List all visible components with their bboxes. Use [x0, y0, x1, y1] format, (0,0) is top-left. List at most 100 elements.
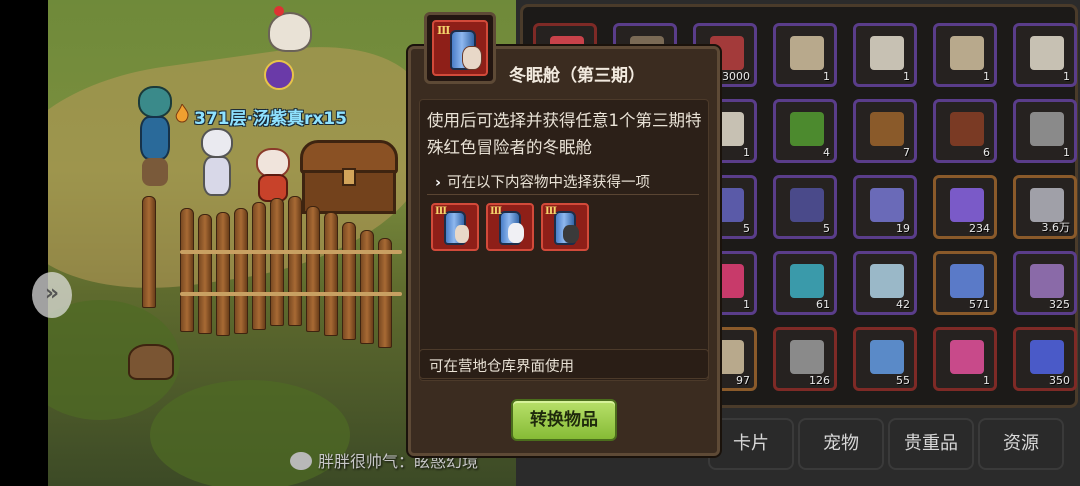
convert-item-button[interactable]: 转换物品 [511, 399, 617, 441]
choose-hint-text: 可在以下内容物中选择获得一项 [446, 175, 650, 191]
crystal-icon [790, 188, 824, 222]
hibernation-capsule-icon: III [432, 20, 488, 76]
item-count: 3000 [722, 70, 750, 83]
wood-icon [870, 112, 904, 146]
item-count: 61 [816, 298, 830, 311]
inventory-slot[interactable]: 3.6万 [1013, 175, 1077, 239]
item-count: 19 [896, 222, 910, 235]
flame-icon [174, 102, 190, 124]
ingot-icon [1030, 188, 1064, 222]
category-tab[interactable]: 贵重品 [888, 418, 974, 470]
inventory-slot[interactable]: 1 [773, 23, 837, 87]
crystal-icon [950, 188, 984, 222]
crystal-icon [1030, 340, 1064, 374]
chicken-npc[interactable] [268, 6, 312, 52]
inventory-slot[interactable]: 55 [853, 327, 917, 391]
inventory-slot[interactable]: 1 [933, 23, 997, 87]
fence-post [306, 206, 320, 332]
item-count: 1 [823, 70, 830, 83]
fence-post [270, 198, 284, 326]
book-icon [790, 340, 824, 374]
inventory-slot[interactable]: 234 [933, 175, 997, 239]
fence-post [288, 196, 302, 326]
fence-post [252, 202, 266, 330]
expand-arrow-button[interactable]: » [32, 272, 72, 318]
choose-hint: › 可在以下内容物中选择获得一项 [435, 171, 650, 192]
item-count: 3.6万 [1041, 221, 1071, 234]
treasure-chest[interactable] [300, 140, 398, 214]
fence-post [342, 222, 356, 340]
scroll-icon [870, 36, 904, 70]
item-count: 97 [736, 374, 750, 387]
scroll-icon [1030, 36, 1064, 70]
item-icon-frame: III [424, 12, 496, 84]
item-count: 5 [823, 222, 830, 235]
crystal-icon [870, 188, 904, 222]
popup-title: 冬眠舱（第三期） [509, 66, 645, 86]
potion-icon [870, 340, 904, 374]
inventory-slot[interactable]: 5 [773, 175, 837, 239]
category-tab[interactable]: 卡片 [708, 418, 794, 470]
item-count: 350 [1049, 374, 1070, 387]
fence-post [360, 230, 374, 344]
inventory-slot[interactable]: 571 [933, 251, 997, 315]
fence-post [142, 196, 156, 308]
inventory-slot[interactable]: 19 [853, 175, 917, 239]
inventory-slot[interactable]: 126 [773, 327, 837, 391]
category-tab[interactable]: 资源 [978, 418, 1064, 470]
leather-icon [950, 112, 984, 146]
inventory-slot[interactable]: 4 [773, 99, 837, 163]
fence-post [180, 208, 194, 332]
inventory-slot[interactable]: 6 [933, 99, 997, 163]
gear-icon [1030, 112, 1064, 146]
fence-rope [180, 250, 402, 254]
ornament-icon [264, 60, 294, 90]
flask-icon [950, 340, 984, 374]
item-count: 571 [969, 298, 990, 311]
fence-post [216, 212, 230, 336]
fence-rope [180, 292, 402, 296]
option-capsule-2[interactable]: III [486, 203, 534, 251]
item-count: 1 [743, 298, 750, 311]
item-count: 7 [903, 146, 910, 159]
player-name-label: 371层·汤紫真rx15 [194, 109, 347, 129]
fence-post [324, 212, 338, 336]
option-capsule-1[interactable]: III [431, 203, 479, 251]
item-count: 1 [743, 146, 750, 159]
inventory-slot[interactable]: 350 [1013, 327, 1077, 391]
item-count: 6 [983, 146, 990, 159]
screen-edge [0, 0, 48, 486]
item-count: 4 [823, 146, 830, 159]
moss-icon [790, 112, 824, 146]
inventory-slot[interactable]: 1 [933, 327, 997, 391]
fence-post [234, 208, 248, 334]
inventory-slot[interactable]: 1 [1013, 99, 1077, 163]
item-count: 234 [969, 222, 990, 235]
inventory-slot[interactable]: 7 [853, 99, 917, 163]
chat-bubble-icon [290, 452, 312, 470]
map-icon [950, 36, 984, 70]
item-count: 1 [903, 70, 910, 83]
item-count: 1 [1063, 146, 1070, 159]
fence-post [198, 214, 212, 334]
serpent-icon [790, 264, 824, 298]
hero-character-white[interactable] [195, 128, 239, 218]
inventory-slot[interactable]: 325 [1013, 251, 1077, 315]
diamond-icon [870, 264, 904, 298]
inventory-slot[interactable]: 1 [853, 23, 917, 87]
item-count: 325 [1049, 298, 1070, 311]
chevron-right-icon: › [435, 175, 441, 191]
inventory-slot[interactable]: 42 [853, 251, 917, 315]
item-count: 55 [896, 374, 910, 387]
hero-character-blue[interactable] [130, 86, 180, 196]
item-count: 1 [983, 374, 990, 387]
inventory-slot[interactable]: 61 [773, 251, 837, 315]
item-count: 126 [809, 374, 830, 387]
inventory-slot[interactable]: 1 [1013, 23, 1077, 87]
item-count: 42 [896, 298, 910, 311]
map-icon [790, 36, 824, 70]
hourglass-icon [950, 264, 984, 298]
item-count: 5 [743, 222, 750, 235]
category-tab[interactable]: 宠物 [798, 418, 884, 470]
option-capsule-3[interactable]: III [541, 203, 589, 251]
